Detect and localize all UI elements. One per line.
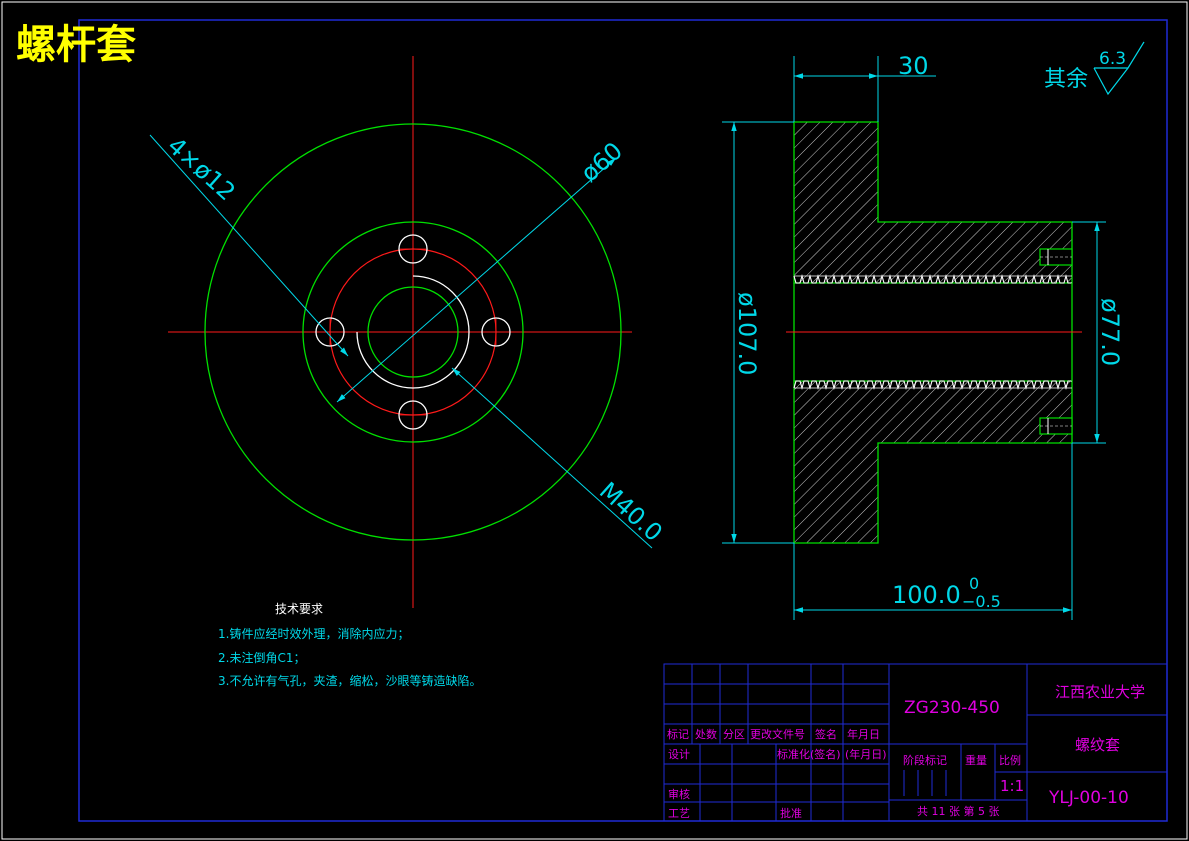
dim-width-text: 30 <box>898 52 929 80</box>
tb-row-header: 年月日 <box>847 727 880 741</box>
drawing-canvas: 螺杆套 4×ø12 ø60 M40.0 30 ø107.0 ø77.0 100.… <box>1 1 1188 840</box>
tb-stage-mark: 阶段标记 <box>903 753 947 767</box>
tb-row-header: 分区 <box>723 728 745 741</box>
section-view: 30 ø107.0 ø77.0 100.0 0 −0.5 <box>722 52 1124 620</box>
roughness-label: 其余 <box>1044 67 1088 92</box>
dim-pcd-text: ø60 <box>576 137 628 188</box>
roughness-note: 其余 6.3 <box>1044 41 1145 96</box>
dim-od-text: ø107.0 <box>733 292 761 375</box>
dim-hub-text: ø77.0 <box>1096 298 1124 366</box>
dim-thread-text: M40.0 <box>594 477 668 547</box>
dim-holes-text: 4×ø12 <box>162 132 241 207</box>
tol-lower-text: −0.5 <box>962 592 1001 611</box>
drawing-title: 螺杆套 <box>16 21 136 68</box>
tb-row-header: 签名 <box>815 727 837 741</box>
tb-row-header: 标记 <box>667 727 689 741</box>
tb-standardize: 标准化 <box>777 747 810 761</box>
tb-weight: 重量 <box>965 753 987 767</box>
tb-scale-label: 比例 <box>999 753 1021 767</box>
section-hatch-bottom <box>793 380 1073 544</box>
tech-req-item: 3.不允许有气孔，夹渣，缩松，沙眼等铸造缺陷。 <box>218 673 481 688</box>
tol-upper-text: 0 <box>969 574 979 593</box>
tb-review: 审核 <box>668 787 690 801</box>
tb-drawing-no: YLJ-00-10 <box>1048 788 1129 808</box>
tech-req-heading: 技术要求 <box>275 602 323 616</box>
tb-row-header: 处数 <box>695 728 717 741</box>
tb-part-name: 螺纹套 <box>1075 736 1120 754</box>
tech-req-item: 2.未注倒角C1； <box>218 650 305 665</box>
tb-row-header: 更改文件号 <box>750 727 805 741</box>
tb-material: ZG230-450 <box>904 698 1000 718</box>
front-view: 4×ø12 ø60 M40.0 <box>149 56 668 608</box>
tb-school: 江西农业大学 <box>1055 683 1145 701</box>
tech-req-item: 1.铸件应经时效外理，消除内应力； <box>218 626 409 641</box>
tb-sheets: 共 11 张 第 5 张 <box>917 804 999 818</box>
tb-scale: 1:1 <box>1000 777 1024 795</box>
leader-pcd <box>336 157 617 403</box>
tb-process: 工艺 <box>668 807 690 820</box>
tech-requirements: 技术要求 1.铸件应经时效外理，消除内应力； 2.未注倒角C1； 3.不允许有气… <box>218 602 481 688</box>
dim-length-text: 100.0 <box>892 581 961 609</box>
tb-design: 设计 <box>668 748 690 761</box>
tb-date: (年月日) <box>845 747 887 761</box>
tb-sign: (签名) <box>810 747 841 761</box>
roughness-value: 6.3 <box>1099 49 1126 69</box>
section-hatch-top <box>793 121 1073 284</box>
tb-approve: 批准 <box>780 806 802 820</box>
